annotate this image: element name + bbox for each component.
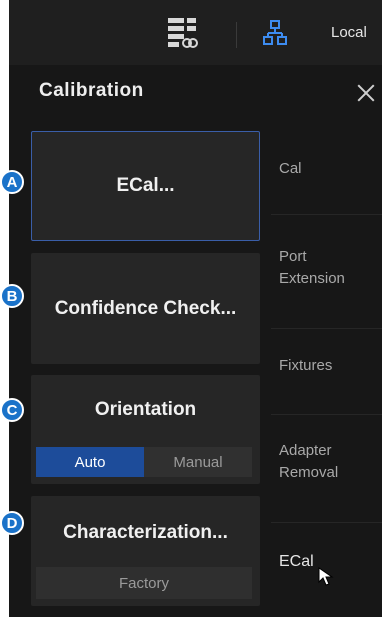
characterization-button[interactable]: Characterization...: [31, 522, 260, 544]
callout-badge-d: D: [0, 511, 24, 535]
mouse-pointer-icon: [318, 567, 334, 586]
local-label[interactable]: Local: [331, 24, 367, 41]
characterization-card: Characterization... Factory: [31, 496, 260, 606]
side-item-ecal[interactable]: ECal: [279, 551, 314, 573]
side-divider: [271, 328, 382, 329]
app-frame: Local Calibration ECal... Confidence Che…: [9, 0, 382, 617]
side-item-port-extension[interactable]: Port Extension: [279, 246, 375, 290]
panel-title: Calibration: [39, 80, 144, 101]
ecal-button[interactable]: ECal...: [31, 131, 260, 241]
side-divider: [271, 214, 382, 215]
side-item-adapter-removal[interactable]: Adapter Removal: [279, 440, 369, 484]
side-divider: [271, 414, 382, 415]
close-icon[interactable]: [355, 82, 377, 104]
side-item-fixtures[interactable]: Fixtures: [279, 355, 332, 377]
confidence-check-button[interactable]: Confidence Check...: [31, 253, 260, 364]
orientation-card: Orientation Auto Manual: [31, 375, 260, 484]
orientation-label: Orientation: [94, 399, 197, 420]
callout-badge-c: C: [0, 398, 24, 422]
network-icon[interactable]: [263, 20, 287, 46]
side-divider: [271, 522, 382, 523]
grid-link-icon[interactable]: [166, 16, 198, 50]
callout-badge-a: A: [0, 170, 24, 194]
orientation-manual-toggle[interactable]: Manual: [144, 447, 252, 477]
orientation-auto-toggle[interactable]: Auto: [36, 447, 144, 477]
toolbar-separator: [236, 22, 237, 48]
callout-badge-b: B: [0, 284, 24, 308]
top-toolbar: Local: [9, 0, 382, 65]
side-item-cal[interactable]: Cal: [279, 158, 302, 180]
characterization-source-select[interactable]: Factory: [36, 567, 252, 599]
